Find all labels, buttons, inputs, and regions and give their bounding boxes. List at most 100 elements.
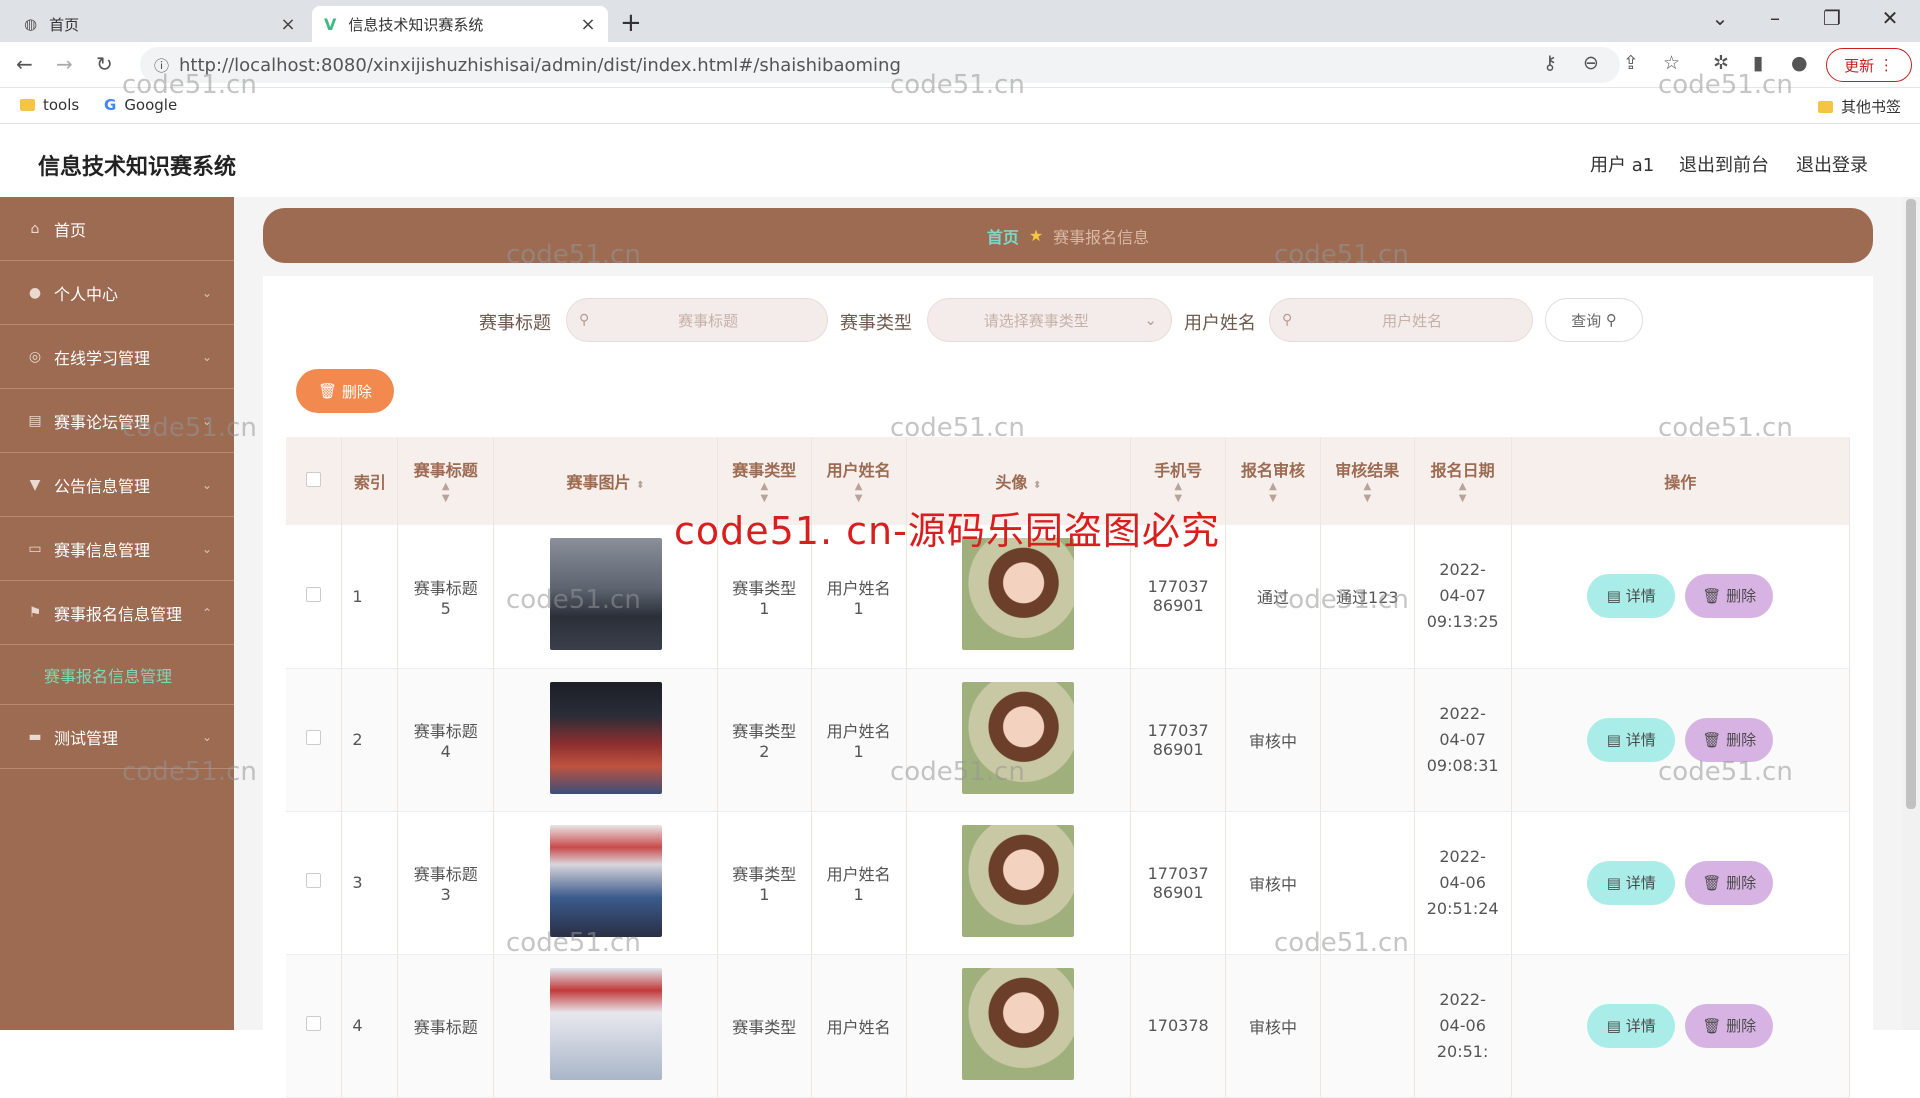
col-title[interactable]: 赛事标题 ▲ ▼ xyxy=(397,437,495,525)
other-bookmarks[interactable]: 其他书签 xyxy=(1818,96,1901,117)
browser-tab-bar: ◍ 首页 × V 信息技术知识赛系统 × + ⌄ – ❐ ✕ xyxy=(0,0,1920,42)
watermark: code51.cn xyxy=(1658,757,1793,787)
breadcrumb-home[interactable]: 首页 xyxy=(987,224,1019,248)
browser-tab-active[interactable]: V 信息技术知识赛系统 × xyxy=(312,6,608,42)
watermark: code51.cn xyxy=(122,70,257,100)
flag-icon: ⚑ xyxy=(28,604,42,621)
batch-delete-button[interactable]: 🗑 删除 xyxy=(296,369,394,413)
header-label: 头像 xyxy=(995,473,1028,492)
delete-button[interactable]: 🗑 删除 xyxy=(1685,574,1774,619)
row-select-cell[interactable] xyxy=(286,525,343,669)
cell-type: 赛事类型 xyxy=(717,954,812,1098)
cell-title: 赛事标题 xyxy=(397,954,495,1098)
detail-button[interactable]: ▤ 详情 xyxy=(1587,860,1676,905)
bookmark-label: 其他书签 xyxy=(1841,98,1902,116)
folder-icon xyxy=(1818,100,1833,113)
col-result[interactable]: 审核结果 ▲ ▼ xyxy=(1320,437,1415,525)
sidebar-item-notice[interactable]: ▼ 公告信息管理 ⌄ xyxy=(0,453,234,517)
col-actions: 操作 xyxy=(1511,437,1851,525)
detail-button[interactable]: ▤ 详情 xyxy=(1587,574,1676,619)
logout-link[interactable]: 退出登录 xyxy=(1796,151,1868,177)
browser-tab-home[interactable]: ◍ 首页 × xyxy=(12,6,308,42)
query-button[interactable]: 查询 ⚲ xyxy=(1545,298,1643,342)
tab-search-icon[interactable]: ⌄ xyxy=(1700,6,1740,30)
cell-username: 用户姓名1 xyxy=(811,668,907,812)
watermark: code51.cn xyxy=(1274,928,1409,958)
cell-date: 2022-04-07 09:08:31 xyxy=(1414,668,1512,812)
scrollbar[interactable] xyxy=(1902,197,1920,1030)
bookmark-tools[interactable]: tools xyxy=(20,96,79,114)
maximize-icon[interactable]: ❐ xyxy=(1812,6,1852,30)
row-select-cell[interactable] xyxy=(286,954,343,1098)
placeholder: 用户姓名 xyxy=(1382,311,1443,330)
row-checkbox[interactable] xyxy=(306,730,322,745)
name-search-input[interactable]: ⚲ 用户姓名 xyxy=(1269,298,1533,342)
sidebar-item-event[interactable]: ▭ 赛事信息管理 ⌄ xyxy=(0,517,234,581)
forward-icon[interactable]: → xyxy=(56,52,73,76)
detail-button[interactable]: ▤ 详情 xyxy=(1587,1003,1676,1048)
sort-icon[interactable]: ⬍ xyxy=(1033,480,1041,491)
sort-icon[interactable]: ▲ ▼ xyxy=(1226,481,1320,505)
url-field[interactable]: ⓘ http://localhost:8080/xinxijishuzhishi… xyxy=(140,47,1620,83)
chevron-down-icon: ⌄ xyxy=(1144,311,1157,329)
new-tab-icon[interactable]: + xyxy=(620,8,642,38)
update-button[interactable]: 更新 ⋮ xyxy=(1826,48,1912,82)
detail-button[interactable]: ▤ 详情 xyxy=(1587,717,1676,762)
reload-icon[interactable]: ↻ xyxy=(96,52,113,76)
cell-title: 赛事标题3 xyxy=(397,811,495,955)
cell-audit: 审核中 xyxy=(1225,954,1321,1098)
cell-result xyxy=(1320,954,1415,1098)
cell-actions: ▤ 详情 🗑 删除 xyxy=(1511,525,1851,669)
row-checkbox[interactable] xyxy=(306,873,322,888)
delete-button[interactable]: 🗑 删除 xyxy=(1685,860,1774,905)
delete-button[interactable]: 🗑 删除 xyxy=(1685,1003,1774,1048)
sort-icon[interactable]: ⬍ xyxy=(636,480,644,491)
close-tab-icon[interactable]: × xyxy=(576,14,600,35)
select-all-checkbox[interactable] xyxy=(306,471,322,487)
minimize-icon[interactable]: – xyxy=(1755,6,1795,30)
cell-avatar xyxy=(906,668,1132,812)
sidebar: ⌂ 首页 ● 个人中心 ⌄ ◎ 在线学习管理 ⌄ ▤ 赛事论坛管理 ⌄ ▼ 公告信息管理 ⌄ ▭ 赛… xyxy=(0,197,234,1030)
share-icon[interactable]: ⇪ xyxy=(1623,52,1639,74)
sidebar-item-home[interactable]: ⌂ 首页 xyxy=(0,197,234,261)
sidebar-item-study[interactable]: ◎ 在线学习管理 ⌄ xyxy=(0,325,234,389)
scrollbar-thumb[interactable] xyxy=(1906,199,1916,809)
sidebar-item-profile[interactable]: ● 个人中心 ⌄ xyxy=(0,261,234,325)
table-row: 4 赛事标题 赛事类型 用户姓名 170378 审核中 2022-04-06 2… xyxy=(286,954,1851,1098)
delete-label: 删除 xyxy=(1726,873,1757,892)
select-all-cell[interactable] xyxy=(286,437,343,525)
sidebar-item-registration[interactable]: ⚑ 赛事报名信息管理 ⌃ xyxy=(0,581,234,645)
star-icon: ★ xyxy=(1028,226,1044,245)
watermark: code51.cn xyxy=(890,413,1025,443)
type-label: 赛事类型 xyxy=(840,313,912,334)
col-audit[interactable]: 报名审核 ▲ ▼ xyxy=(1225,437,1321,525)
delete-button[interactable]: 🗑 删除 xyxy=(1685,717,1774,762)
cell-index: 1 xyxy=(341,525,399,669)
search-icon: ⚲ xyxy=(579,312,590,328)
sort-icon[interactable]: ▲ ▼ xyxy=(398,481,493,505)
chevron-down-icon: ⌄ xyxy=(201,349,212,364)
title-search-input[interactable]: ⚲ 赛事标题 xyxy=(566,298,828,342)
sort-icon[interactable]: ▲ ▼ xyxy=(1415,481,1511,505)
sidebar-subitem-registration[interactable]: 赛事报名信息管理 xyxy=(0,645,234,705)
row-select-cell[interactable] xyxy=(286,668,343,812)
key-icon[interactable]: ⚷ xyxy=(1543,52,1557,74)
close-tab-icon[interactable]: × xyxy=(276,14,300,35)
tab-title: 信息技术知识赛系统 xyxy=(348,15,484,34)
close-window-icon[interactable]: ✕ xyxy=(1870,6,1910,30)
sort-icon[interactable]: ▲ ▼ xyxy=(1321,481,1414,505)
cell-index: 2 xyxy=(341,668,399,812)
row-checkbox[interactable] xyxy=(306,1016,322,1031)
zoom-icon[interactable]: ⊖ xyxy=(1583,52,1599,74)
profile-icon[interactable]: ● xyxy=(1791,52,1808,74)
col-date[interactable]: 报名日期 ▲ ▼ xyxy=(1414,437,1512,525)
back-icon[interactable]: ← xyxy=(16,52,33,76)
back-front-link[interactable]: 退出到前台 xyxy=(1679,151,1769,177)
watermark: code51.cn xyxy=(1274,240,1409,270)
row-checkbox[interactable] xyxy=(306,586,322,602)
sidebar-item-label: 赛事报名信息管理 xyxy=(54,604,183,624)
app-header: 信息技术知识赛系统 用户 a1 退出到前台 退出登录 xyxy=(0,125,1920,197)
type-select[interactable]: 请选择赛事类型 ⌄ xyxy=(927,298,1172,342)
row-select-cell[interactable] xyxy=(286,811,343,955)
update-label: 更新 xyxy=(1844,56,1875,75)
